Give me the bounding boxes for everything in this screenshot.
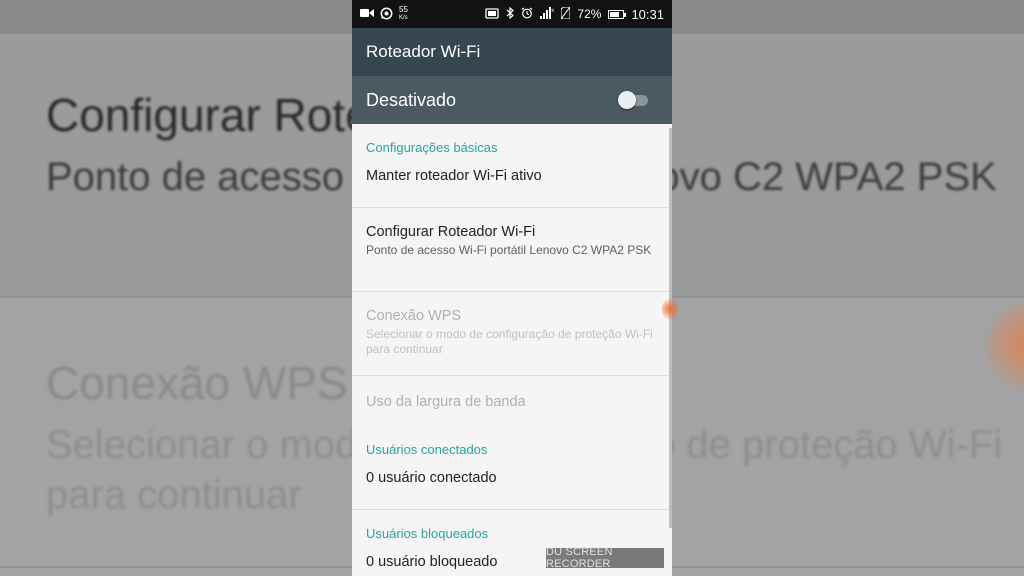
- network-speed-value: 55: [399, 5, 408, 14]
- status-bar: 55 K/s H 72% 10:31: [352, 0, 672, 28]
- pref-title: Manter roteador Wi-Fi ativo: [366, 168, 542, 184]
- master-switch-bar[interactable]: Desativado: [352, 76, 672, 124]
- status-bar-right: H 72% 10:31: [485, 6, 664, 22]
- svg-text:H: H: [552, 8, 555, 13]
- pref-wps-connection[interactable]: Conexão WPS Selecionar o modo de configu…: [352, 292, 672, 376]
- alarm-icon: [521, 7, 533, 21]
- bluetooth-icon: [506, 6, 515, 21]
- pref-title: Configurar Roteador Wi-Fi: [366, 224, 536, 240]
- pref-title: Conexão WPS: [366, 308, 462, 324]
- network-speed: 55 K/s: [399, 6, 408, 22]
- status-bar-left: 55 K/s: [360, 6, 408, 22]
- no-sim-icon: [560, 6, 571, 21]
- signal-icon: H: [540, 7, 555, 21]
- hotspot-toggle[interactable]: [618, 90, 648, 110]
- pref-summary: Ponto de acesso Wi-Fi portátil Lenovo C2…: [366, 243, 652, 257]
- whatsapp-icon: [380, 7, 393, 22]
- phone-screen: 55 K/s H 72% 10:31 Roteador Wi-Fi Desati…: [352, 0, 672, 576]
- section-header-blocked: Usuários bloqueados: [366, 526, 489, 541]
- pref-keep-active[interactable]: Manter roteador Wi-Fi ativo: [352, 158, 672, 208]
- touch-indicator: [662, 298, 678, 320]
- screen-recorder-watermark: DU SCREEN RECORDER: [546, 546, 664, 570]
- pref-connected-users[interactable]: 0 usuário conectado: [352, 460, 672, 510]
- battery-icon: [608, 9, 627, 19]
- network-speed-unit: K/s: [399, 15, 408, 21]
- scrollbar[interactable]: [669, 128, 672, 528]
- pref-configure-hotspot[interactable]: Configurar Roteador Wi-Fi Ponto de acess…: [352, 208, 672, 292]
- section-header-connected: Usuários conectados: [366, 442, 488, 457]
- touch-indicator-glow: [985, 300, 1024, 390]
- cast-icon: [485, 7, 500, 21]
- section-header-basic: Configurações básicas: [366, 140, 498, 155]
- pref-title: Uso da largura de banda: [366, 394, 526, 410]
- clock: 10:31: [631, 6, 664, 22]
- battery-level-fill: [610, 11, 620, 17]
- toggle-thumb: [618, 91, 636, 109]
- pref-bandwidth-usage[interactable]: Uso da largura de banda: [352, 376, 672, 426]
- battery-percent: 72%: [577, 7, 602, 21]
- page-title: Roteador Wi-Fi: [366, 42, 481, 61]
- pref-summary: Selecionar o modo de configuração de pro…: [366, 327, 653, 356]
- video-camera-icon: [360, 8, 374, 20]
- pref-title: 0 usuário conectado: [366, 470, 497, 486]
- switch-label: Desativado: [366, 89, 457, 110]
- preferences-list[interactable]: Configurações básicas Manter roteador Wi…: [352, 124, 672, 576]
- background-title-2: Conexão WPS: [46, 357, 348, 409]
- app-bar: Roteador Wi-Fi: [352, 28, 672, 76]
